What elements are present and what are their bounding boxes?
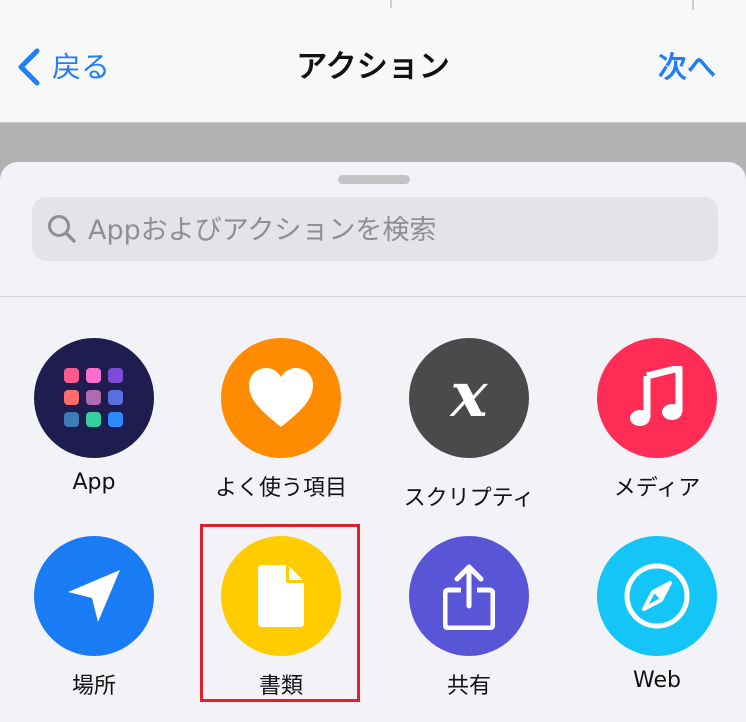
document-icon [221, 536, 341, 656]
category-web[interactable]: Web [563, 536, 746, 716]
variable-x-icon: x [409, 338, 529, 458]
category-scripting[interactable]: x スクリプティ [375, 338, 563, 518]
next-button[interactable]: 次へ [658, 44, 716, 90]
category-label: 場所 [71, 674, 116, 699]
page-title: アクション [296, 49, 450, 85]
heart-icon [221, 338, 341, 458]
music-note-icon [597, 338, 717, 458]
search-icon [48, 215, 76, 243]
category-documents[interactable]: 書類 [187, 536, 375, 716]
category-label: Web [633, 668, 681, 693]
category-favorites[interactable]: よく使う項目 [187, 338, 375, 518]
category-media[interactable]: メディア [563, 338, 746, 518]
category-label: スクリプティ [403, 486, 535, 511]
location-arrow-icon [34, 536, 154, 656]
sheet-grabber[interactable] [338, 175, 410, 184]
search-bar[interactable] [32, 197, 718, 263]
divider [0, 296, 746, 297]
app-grid-icon [34, 338, 154, 458]
category-label: 共有 [446, 674, 491, 699]
background-edge [390, 0, 392, 8]
category-label: App [72, 470, 116, 495]
category-label: メディア [613, 476, 701, 501]
category-share[interactable]: 共有 [375, 536, 563, 716]
background-edge [692, 0, 694, 10]
category-label: よく使う項目 [214, 476, 347, 501]
category-label: 書類 [258, 674, 303, 699]
search-input[interactable] [86, 197, 706, 263]
share-icon [409, 536, 529, 656]
navigation-bar: 戻る アクション 次へ [0, 0, 746, 123]
category-location[interactable]: 場所 [0, 536, 188, 716]
compass-icon [597, 536, 717, 656]
category-app[interactable]: App [0, 338, 188, 518]
